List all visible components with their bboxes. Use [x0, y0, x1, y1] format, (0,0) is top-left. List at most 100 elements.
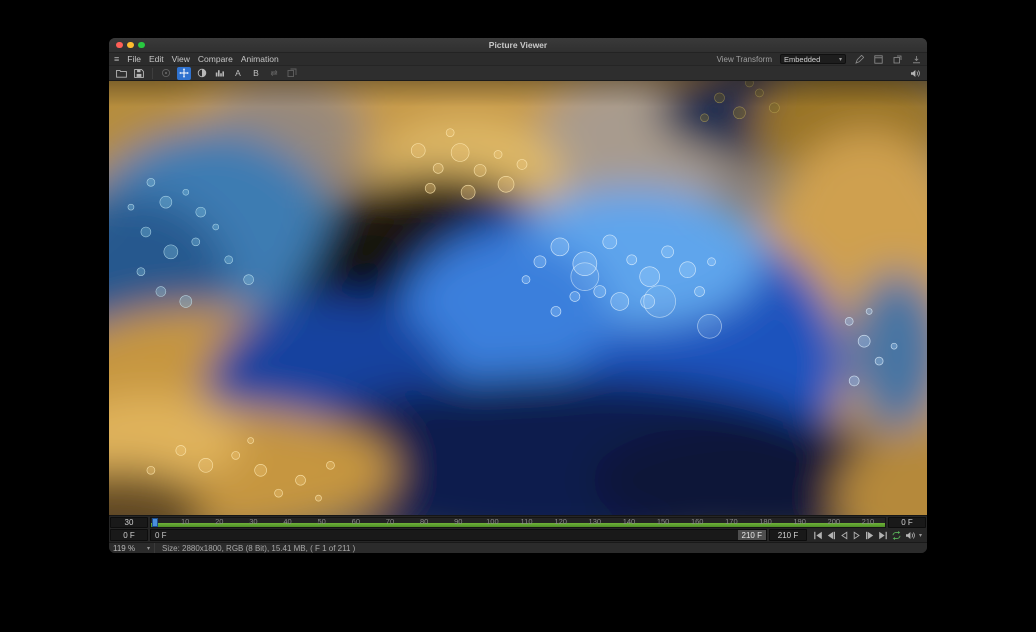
goto-end-button[interactable] — [878, 530, 888, 541]
play-reverse-icon — [839, 531, 849, 540]
timeline-row: 30 1020304050607080901001101201301401501… — [109, 515, 927, 529]
menubar: ≡ File Edit View Compare Animation View … — [109, 52, 927, 65]
ruler-tick: 20 — [215, 518, 223, 526]
fps-value: 30 — [125, 518, 134, 527]
ruler-tick: 50 — [318, 518, 326, 526]
end-frame-value: 210 F — [778, 531, 798, 540]
fullscreen-button[interactable] — [138, 42, 145, 49]
ruler-tick: 130 — [589, 518, 602, 526]
picture-viewer-window: Picture Viewer ≡ File Edit View Compare … — [108, 37, 928, 554]
save-image-icon[interactable] — [911, 54, 922, 64]
folder-icon — [116, 69, 127, 78]
traffic-lights — [116, 42, 145, 49]
end-frame-field[interactable]: 210 F — [769, 529, 807, 541]
ruler-tick: 110 — [521, 518, 533, 526]
step-back-button[interactable] — [826, 530, 836, 541]
view-transform-value: Embedded — [784, 55, 820, 64]
chevron-down-icon: ▾ — [839, 56, 842, 63]
ruler-tick: 120 — [554, 518, 567, 526]
edit-pencil-icon[interactable] — [854, 54, 865, 64]
image-canvas[interactable] — [109, 81, 927, 515]
range-end-label[interactable]: 210 F — [738, 530, 766, 540]
current-frame-value: 0 F — [123, 531, 135, 540]
open-file-button[interactable] — [114, 67, 128, 80]
speaker-icon — [910, 69, 921, 78]
ruler-tick: 160 — [691, 518, 704, 526]
playback-controls: ▾ — [809, 529, 926, 541]
ruler-tick: 180 — [759, 518, 772, 526]
pan-icon — [179, 68, 189, 78]
histogram-icon — [215, 68, 225, 78]
transport-row: 0 F 0 F 210 F 210 F — [109, 529, 927, 542]
pan-tool-button[interactable] — [177, 67, 191, 80]
timeline-ruler[interactable]: 1020304050607080901001101201301401501601… — [150, 517, 886, 528]
copy-button[interactable] — [285, 67, 299, 80]
copy-icon — [287, 68, 297, 78]
ruler-tick: 170 — [725, 518, 738, 526]
ruler-tick: 190 — [793, 518, 806, 526]
play-reverse-button[interactable] — [839, 530, 849, 541]
loop-icon — [891, 531, 902, 540]
range-start-label: 0 F — [155, 531, 167, 540]
zoom-level-dropdown[interactable]: 119 % ▾ — [109, 543, 155, 553]
ruler-tick: 100 — [486, 518, 499, 526]
step-forward-icon — [865, 531, 875, 540]
timeline-scrubber[interactable] — [152, 518, 158, 527]
ruler-tick: 10 — [181, 518, 189, 526]
timeline-right-value: 0 F — [901, 518, 913, 527]
image-info: Size: 2880x1800, RGB (8 Bit), 15.41 MB, … — [155, 544, 355, 553]
menu-edit[interactable]: Edit — [149, 54, 164, 64]
audio-button[interactable] — [905, 530, 916, 541]
view-transform-dropdown[interactable]: Embedded ▾ — [780, 54, 846, 64]
play-button[interactable] — [852, 530, 862, 541]
minimize-button[interactable] — [127, 42, 134, 49]
hamburger-icon[interactable]: ≡ — [114, 54, 119, 64]
ruler-tick: 70 — [386, 518, 394, 526]
save-button[interactable] — [132, 67, 146, 80]
speaker-icon — [905, 531, 916, 540]
goto-start-button[interactable] — [813, 530, 823, 541]
ruler-tick: 140 — [623, 518, 636, 526]
ruler-tick: 80 — [420, 518, 428, 526]
swap-ab-button[interactable]: ⇄ — [267, 67, 281, 80]
contrast-icon — [197, 68, 207, 78]
view-transform-label: View Transform — [717, 55, 772, 64]
goto-end-icon — [878, 531, 888, 540]
window-title: Picture Viewer — [109, 40, 927, 50]
current-frame-field[interactable]: 0 F — [110, 529, 148, 541]
timeline-right-field[interactable]: 0 F — [888, 517, 926, 528]
link-view-button[interactable] — [159, 67, 173, 80]
floppy-icon — [134, 69, 144, 78]
contrast-button[interactable] — [195, 67, 209, 80]
rendered-image — [109, 81, 927, 515]
ruler-tick: 40 — [283, 518, 291, 526]
menu-file[interactable]: File — [127, 54, 141, 64]
statusbar: 119 % ▾ Size: 2880x1800, RGB (8 Bit), 15… — [109, 542, 927, 553]
titlebar[interactable]: Picture Viewer — [109, 38, 927, 52]
version-b-button[interactable]: B — [249, 67, 263, 80]
step-back-icon — [826, 531, 836, 540]
ruler-tick: 200 — [828, 518, 841, 526]
sound-button[interactable] — [908, 67, 922, 80]
step-forward-button[interactable] — [865, 530, 875, 541]
loop-mode-button[interactable] — [891, 530, 902, 541]
zoom-level: 119 % — [113, 544, 135, 553]
target-icon — [161, 68, 171, 78]
audio-options-chevron[interactable]: ▾ — [919, 532, 922, 539]
histogram-button[interactable] — [213, 67, 227, 80]
version-a-button[interactable]: A — [231, 67, 245, 80]
fps-field[interactable]: 30 — [110, 517, 148, 528]
goto-start-icon — [813, 531, 823, 540]
timeline-range-bar — [151, 523, 885, 527]
menu-animation[interactable]: Animation — [241, 54, 279, 64]
menu-view[interactable]: View — [172, 54, 190, 64]
preview-range-strip[interactable]: 0 F 210 F — [150, 529, 767, 541]
chevron-down-icon: ▾ — [147, 545, 150, 552]
ruler-tick: 150 — [657, 518, 670, 526]
close-button[interactable] — [116, 42, 123, 49]
new-window-icon[interactable] — [873, 54, 884, 64]
menu-compare[interactable]: Compare — [198, 54, 233, 64]
toolbar-separator — [152, 68, 153, 79]
undock-icon[interactable] — [892, 54, 903, 64]
ruler-tick: 60 — [352, 518, 360, 526]
